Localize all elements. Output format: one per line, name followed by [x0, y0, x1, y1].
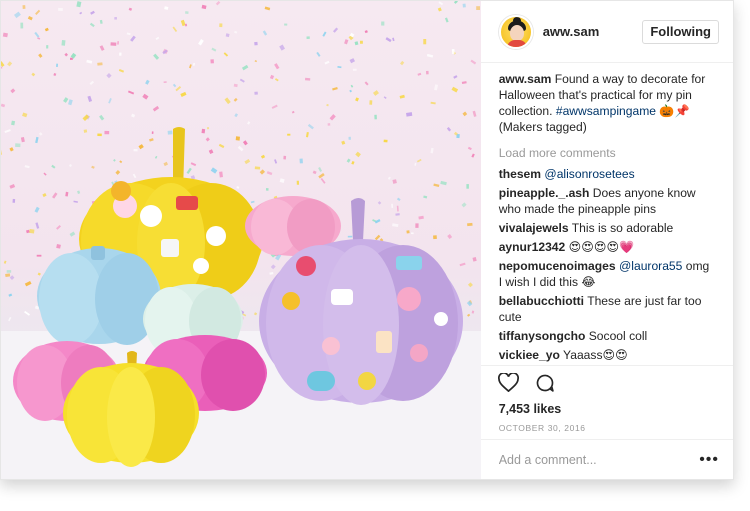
comments-section: aww.sam Found a way to decorate for Hall…	[481, 63, 733, 365]
avatar[interactable]	[498, 14, 533, 49]
heart-icon[interactable]	[497, 371, 521, 395]
post-photo[interactable]	[1, 1, 481, 479]
comment-row: vickiee_yo Yaaass😍😍	[499, 347, 715, 363]
comment-username[interactable]: vickiee_yo	[499, 348, 560, 362]
add-comment-input[interactable]	[498, 452, 700, 467]
comment-mention[interactable]: @laurora55	[619, 259, 682, 273]
pumpkins-image	[1, 1, 481, 479]
comment-row: nepomucenoimages @laurora55 omg I wish I…	[499, 258, 715, 290]
username[interactable]: aww.sam	[543, 24, 643, 39]
comment-username[interactable]: aynur12342	[499, 240, 566, 254]
add-comment-bar: •••	[480, 439, 733, 479]
comment-mention[interactable]: @alisonrosetees	[544, 167, 634, 181]
caption: aww.sam Found a way to decorate for Hall…	[499, 71, 715, 135]
caption-username[interactable]: aww.sam	[499, 72, 552, 86]
comment-username[interactable]: bellabucchiotti	[499, 294, 584, 308]
more-options-icon[interactable]: •••	[699, 451, 719, 469]
comment-text: 😍😍😍😍💗	[568, 240, 635, 254]
post-header: aww.sam Following	[480, 1, 733, 63]
post-card: aww.sam Following aww.sam Found a way to…	[0, 0, 734, 480]
comment-row: thesem @alisonrosetees	[499, 166, 715, 182]
likes-count[interactable]: 7,453 likes	[481, 399, 733, 419]
comment-username[interactable]: nepomucenoimages	[499, 259, 616, 273]
comment-username[interactable]: tiffanysongcho	[499, 329, 586, 343]
comment-row: bellabucchiotti These are just far too c…	[499, 293, 715, 325]
comment-text: Socool coll	[588, 329, 648, 343]
comment-list: thesem @alisonrosetees pineapple._.ash D…	[499, 166, 715, 365]
comment-row: vivalajewels This is so adorable	[499, 220, 715, 236]
action-bar	[480, 365, 733, 399]
comment-text: Yaaass😍😍	[563, 348, 628, 362]
comment-row: tiffanysongcho Socool coll	[499, 328, 715, 344]
post-sidebar: aww.sam Following aww.sam Found a way to…	[480, 1, 733, 479]
comment-row: aynur12342 😍😍😍😍💗	[499, 239, 715, 255]
comment-row: pineapple._.ash Does anyone know who mad…	[499, 185, 715, 217]
comment-username[interactable]: thesem	[499, 167, 541, 181]
load-more-comments[interactable]: Load more comments	[499, 145, 715, 161]
comment-username[interactable]: vivalajewels	[499, 221, 569, 235]
comment-username[interactable]: pineapple._.ash	[499, 186, 590, 200]
following-button[interactable]: Following	[642, 19, 719, 44]
caption-hashtag[interactable]: #awwsampingame	[556, 104, 656, 118]
post-date: OCTOBER 30, 2016	[498, 423, 586, 433]
comment-icon[interactable]	[533, 371, 557, 395]
blue-pumpkin	[37, 246, 161, 345]
comment-text: This is so adorable	[571, 221, 674, 235]
